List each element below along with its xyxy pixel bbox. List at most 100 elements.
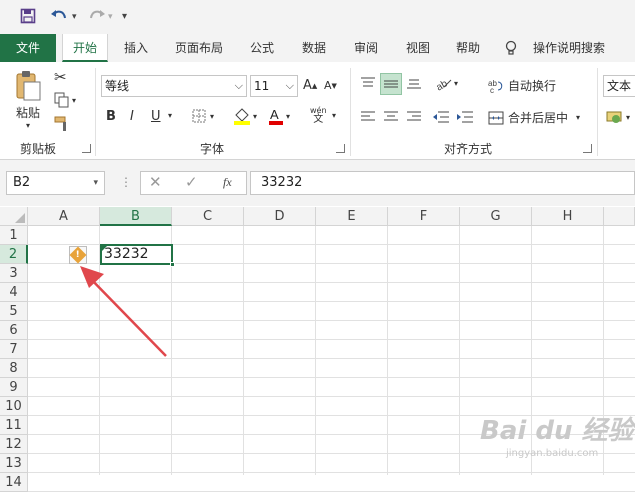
column-header-d[interactable]: D [244, 207, 316, 226]
customize-qat-icon[interactable]: ▾ [122, 8, 127, 26]
phonetic-dropdown-icon[interactable]: ▾ [332, 111, 336, 120]
save-icon[interactable] [20, 8, 36, 26]
formula-input[interactable]: 33232 [250, 171, 635, 195]
number-format-select[interactable]: 文本 [603, 75, 635, 97]
column-header-filler [604, 207, 635, 226]
align-middle-icon[interactable] [380, 73, 402, 95]
alignment-launcher-icon[interactable] [583, 144, 592, 153]
align-left-icon[interactable] [360, 110, 376, 124]
red-arrow-annotation [80, 266, 167, 357]
font-launcher-icon[interactable] [336, 144, 345, 153]
redo-dropdown-icon[interactable]: ▾ [108, 8, 113, 26]
paste-icon [16, 71, 41, 101]
column-header-g[interactable]: G [460, 207, 532, 226]
name-box[interactable]: B2 ▾ [6, 171, 105, 195]
increase-indent-icon[interactable] [456, 110, 474, 124]
cancel-icon[interactable]: ✕ [149, 173, 162, 191]
redo-icon[interactable] [86, 8, 106, 26]
separator [350, 68, 351, 156]
tab-help[interactable]: 帮助 [448, 34, 488, 62]
bold-button[interactable]: B [106, 109, 116, 124]
format-painter-icon[interactable] [54, 116, 70, 132]
gridline-horizontal [28, 472, 635, 473]
row-header-2[interactable]: 2 [0, 245, 28, 264]
fill-color-icon[interactable]: ▾ [233, 107, 257, 125]
font-color-icon[interactable]: A ▾ [268, 107, 290, 125]
column-header-b[interactable]: B [100, 207, 172, 226]
orientation-icon[interactable]: ab ▾ [434, 75, 458, 91]
more-options-icon: ⋮ [120, 175, 132, 189]
name-box-value: B2 [13, 175, 31, 190]
merge-center-button[interactable]: 合并后居中 ▾ [488, 109, 580, 126]
gridline-horizontal [28, 396, 635, 397]
tell-me-search[interactable]: 操作说明搜索 [526, 34, 612, 62]
separator [95, 68, 96, 156]
tab-home[interactable]: 开始 [62, 34, 108, 62]
tab-page-layout[interactable]: 页面布局 [168, 34, 230, 62]
tab-review[interactable]: 审阅 [344, 34, 388, 62]
row-header-4[interactable]: 4 [0, 283, 28, 302]
phonetic-guide-button[interactable]: wén 文 [310, 106, 327, 125]
merge-center-label: 合并后居中 [508, 111, 569, 125]
decrease-font-size-icon[interactable]: A ▼ [324, 79, 337, 92]
tab-formulas[interactable]: 公式 [240, 34, 284, 62]
column-header-f[interactable]: F [388, 207, 460, 226]
undo-dropdown-icon[interactable]: ▾ [72, 8, 77, 26]
row-header-12[interactable]: 12 [0, 435, 28, 454]
copy-icon[interactable]: ▾ [54, 92, 76, 108]
row-header-13[interactable]: 13 [0, 454, 28, 473]
italic-button[interactable]: I [130, 109, 134, 124]
decrease-indent-icon[interactable] [432, 110, 450, 124]
chevron-down-icon: ▾ [25, 121, 30, 130]
row-header-10[interactable]: 10 [0, 397, 28, 416]
separator [597, 68, 598, 156]
increase-font-size-icon[interactable]: A ▲ [303, 78, 317, 93]
wrap-text-label: 自动换行 [508, 79, 557, 93]
paste-button[interactable]: 粘贴 ▾ [12, 70, 44, 132]
chevron-down-icon: ▾ [576, 113, 581, 122]
tab-file[interactable]: 文件 [0, 34, 56, 62]
underline-dropdown-icon[interactable]: ▾ [168, 111, 172, 120]
column-header-e[interactable]: E [316, 207, 388, 226]
row-header-14[interactable]: 14 [0, 473, 28, 492]
font-size-select[interactable]: 11 ⌵ [250, 75, 298, 97]
undo-icon[interactable] [50, 8, 70, 26]
formula-buttons: ✕ ✓ fx [140, 171, 247, 195]
paste-label: 粘贴 [15, 106, 40, 120]
ribbon-home: 粘贴 ▾ ✂ ▾ 剪贴板 等线 ⌵ 11 ⌵ A ▲ A ▼ B I U ▾ ▾ ▾… [0, 62, 635, 160]
column-header-a[interactable]: A [28, 207, 100, 226]
alignment-group-label: 对齐方式 [443, 142, 492, 156]
svg-text:c: c [490, 86, 494, 94]
align-top-icon[interactable] [360, 76, 376, 90]
row-header-9[interactable]: 9 [0, 378, 28, 397]
row-header-1[interactable]: 1 [0, 226, 28, 245]
align-right-icon[interactable] [406, 110, 422, 124]
row-header-3[interactable]: 3 [0, 264, 28, 283]
row-header-11[interactable]: 11 [0, 416, 28, 435]
borders-icon[interactable]: ▾ [192, 109, 214, 123]
tab-data[interactable]: 数据 [292, 34, 336, 62]
enter-icon[interactable]: ✓ [185, 173, 198, 191]
chevron-down-icon: ▾ [93, 178, 98, 188]
font-name-select[interactable]: 等线 ⌵ [101, 75, 247, 97]
row-header-8[interactable]: 8 [0, 359, 28, 378]
watermark-url: jingyan.baidu.com [506, 448, 599, 459]
tab-insert[interactable]: 插入 [114, 34, 158, 62]
row-header-5[interactable]: 5 [0, 302, 28, 321]
select-all-corner[interactable] [0, 207, 28, 226]
insert-function-button[interactable]: fx [223, 175, 232, 190]
accounting-format-icon[interactable]: ▾ [606, 109, 630, 125]
row-header-6[interactable]: 6 [0, 321, 28, 340]
cut-icon[interactable]: ✂ [54, 68, 67, 86]
column-header-c[interactable]: C [172, 207, 244, 226]
wrap-text-button[interactable]: ab c 自动换行 [488, 77, 556, 94]
align-bottom-icon[interactable] [406, 76, 422, 90]
underline-button[interactable]: U [151, 109, 161, 124]
row-header-7[interactable]: 7 [0, 340, 28, 359]
chevron-down-icon: ⌵ [234, 79, 243, 92]
clipboard-launcher-icon[interactable] [82, 144, 91, 153]
column-header-h[interactable]: H [532, 207, 604, 226]
align-center-icon[interactable] [383, 110, 399, 124]
tab-view[interactable]: 视图 [396, 34, 440, 62]
gridline-horizontal [28, 377, 635, 378]
